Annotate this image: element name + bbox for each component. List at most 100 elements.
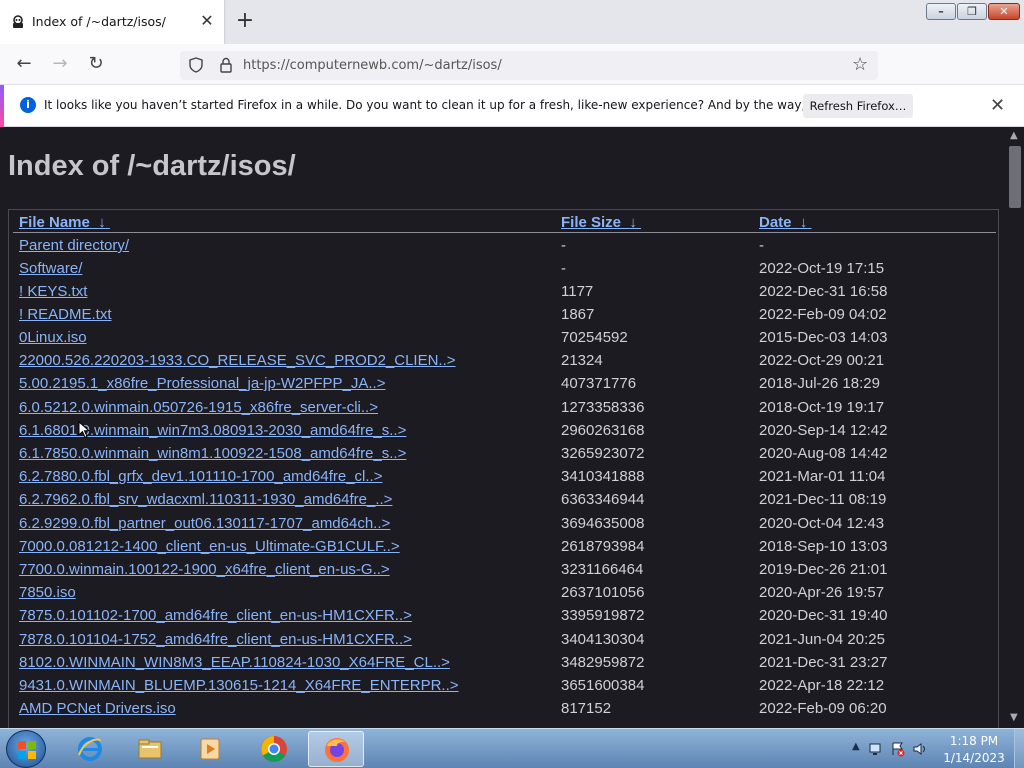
- minimize-icon: –: [938, 5, 944, 18]
- new-tab-icon[interactable]: +: [233, 10, 257, 34]
- show-hidden-icons-icon[interactable]: ▲: [852, 741, 860, 752]
- taskbar-app[interactable]: [182, 731, 238, 767]
- file-link[interactable]: 7700.0.winmain.100122-1900_x64fre_client…: [19, 561, 390, 578]
- file-size: 3694635008: [561, 515, 645, 532]
- file-size: 3265923072: [561, 445, 645, 462]
- firefox-icon: [325, 738, 349, 762]
- file-size: 1867: [561, 306, 595, 323]
- tab-active[interactable]: Index of /~dartz/isos/ ✕: [0, 0, 224, 44]
- notification-message: It looks like you haven’t started Firefo…: [44, 98, 900, 112]
- header-date-label[interactable]: Date: [759, 214, 792, 231]
- file-link[interactable]: 9431.0.WINMAIN_BLUEMP.130615-1214_X64FRE…: [19, 677, 459, 694]
- file-link[interactable]: 7850.iso: [19, 584, 76, 601]
- site-favicon-icon: [13, 15, 23, 28]
- minimize-button[interactable]: –: [926, 3, 956, 20]
- taskbar-app-active[interactable]: [308, 731, 364, 767]
- action-center-icon[interactable]: [890, 741, 906, 757]
- file-date: 2019-Dec-26 21:01: [759, 561, 888, 578]
- sort-arrow-icon[interactable]: ↓: [629, 214, 637, 231]
- address-bar[interactable]: https://computernewb.com/~dartz/isos/ ☆: [180, 51, 878, 80]
- table-row: ! KEYS.txt 1177 2022-Dec-31 16:58: [9, 281, 1000, 304]
- file-link[interactable]: 6.0.5212.0.winmain.050726-1915_x86fre_se…: [19, 399, 378, 416]
- header-file-size-label[interactable]: File Size: [561, 214, 621, 231]
- header-date[interactable]: Date ↓: [759, 214, 812, 231]
- network-icon[interactable]: [868, 741, 884, 757]
- taskbar: ▲ 1:18 PM 1/14/2023: [0, 728, 1024, 768]
- file-size: 6363346944: [561, 491, 645, 508]
- file-link[interactable]: 7875.0.101102-1700_amd64fre_client_en-us…: [19, 607, 412, 624]
- scroll-up-icon[interactable]: ▲: [1010, 130, 1018, 141]
- file-size: 3410341888: [561, 468, 645, 485]
- file-size: 2637101056: [561, 584, 645, 601]
- taskbar-app[interactable]: [246, 731, 302, 767]
- taskbar-app[interactable]: [122, 731, 178, 767]
- file-link[interactable]: 7878.0.101104-1752_amd64fre_client_en-us…: [19, 631, 412, 648]
- file-link[interactable]: 5.00.2195.1_x86fre_Professional_ja-jp-W2…: [19, 375, 385, 392]
- vertical-scrollbar[interactable]: ▲ ▼: [1006, 128, 1024, 728]
- table-row: 7850.iso 2637101056 2020-Apr-26 19:57: [9, 582, 1000, 605]
- file-size: 70254592: [561, 329, 628, 346]
- file-link[interactable]: Software/: [19, 260, 82, 277]
- tab-close-icon[interactable]: ✕: [198, 12, 216, 30]
- sort-arrow-icon[interactable]: ↓: [98, 214, 106, 231]
- lock-icon[interactable]: [218, 56, 234, 74]
- file-date: 2020-Oct-04 12:43: [759, 515, 885, 532]
- clock-time[interactable]: 1:18 PM: [946, 734, 1002, 748]
- notification-bar: i It looks like you haven’t started Fire…: [0, 85, 1024, 127]
- file-link[interactable]: 22000.526.220203-1933.CO_RELEASE_SVC_PRO…: [19, 352, 456, 369]
- close-notification-icon[interactable]: ✕: [990, 95, 1005, 116]
- forward-arrow-icon[interactable]: →: [48, 53, 72, 77]
- file-link[interactable]: 8102.0.WINMAIN_WIN8M3_EEAP.110824-1030_X…: [19, 654, 450, 671]
- file-size: 3482959872: [561, 654, 645, 671]
- navigation-toolbar: ← → ↻ https://computernewb.com/~dartz/is…: [0, 44, 1024, 114]
- file-date: 2018-Sep-10 13:03: [759, 538, 888, 555]
- close-icon: ✕: [999, 5, 1009, 18]
- clock-date[interactable]: 1/14/2023: [943, 751, 1005, 765]
- file-size: 3404130304: [561, 631, 645, 648]
- table-row: AMD PCNet Drivers.iso 817152 2022-Feb-09 0…: [9, 698, 1000, 721]
- header-file-name-label[interactable]: File Name: [19, 214, 90, 231]
- file-link[interactable]: 6.1.7850.0.winmain_win8m1.100922-1508_am…: [19, 445, 406, 462]
- table-row: 6.1.6801.0.winmain_win7m3.080913-2030_am…: [9, 420, 1000, 443]
- back-arrow-icon[interactable]: ←: [12, 53, 36, 77]
- file-link[interactable]: 6.2.7962.0.fbl_srv_wdacxml.110311-1930_a…: [19, 491, 392, 508]
- file-size: 3231166464: [561, 561, 644, 578]
- file-link[interactable]: 0Linux.iso: [19, 329, 87, 346]
- file-date: 2018-Jul-26 18:29: [759, 375, 880, 392]
- file-link[interactable]: 6.2.9299.0.fbl_partner_out06.130117-1707…: [19, 515, 390, 532]
- file-link[interactable]: 6.2.7880.0.fbl_grfx_dev1.101110-1700_amd…: [19, 468, 382, 485]
- refresh-firefox-button[interactable]: Refresh Firefox…: [803, 94, 913, 118]
- tracking-shield-icon[interactable]: [188, 57, 204, 73]
- show-desktop-button[interactable]: [1014, 729, 1024, 768]
- header-file-name[interactable]: File Name ↓: [19, 214, 110, 231]
- table-row: 7878.0.101104-1752_amd64fre_client_en-us…: [9, 629, 1000, 652]
- scroll-down-icon[interactable]: ▼: [1010, 712, 1018, 723]
- file-explorer-icon: [138, 739, 162, 759]
- table-row: Software/ - 2022-Oct-19 17:15: [9, 258, 1000, 281]
- file-size: 2618793984: [561, 538, 645, 555]
- scrollbar-thumb[interactable]: [1009, 146, 1021, 208]
- file-link[interactable]: 7000.0.081212-1400_client_en-us_Ultimate…: [19, 538, 400, 555]
- file-size: 1177: [561, 283, 594, 300]
- start-button[interactable]: [6, 730, 46, 768]
- file-link[interactable]: AMD PCNet Drivers.iso: [19, 700, 176, 717]
- url-text[interactable]: https://computernewb.com/~dartz/isos/: [243, 58, 502, 73]
- taskbar-app[interactable]: [62, 731, 118, 767]
- file-link[interactable]: Parent directory/: [19, 237, 129, 254]
- file-date: 2018-Oct-19 19:17: [759, 399, 885, 416]
- reload-icon[interactable]: ↻: [84, 53, 108, 77]
- file-link[interactable]: ! README.txt: [19, 306, 112, 323]
- close-window-button[interactable]: ✕: [988, 3, 1020, 20]
- file-link[interactable]: ! KEYS.txt: [19, 283, 87, 300]
- table-row: 7875.0.101102-1700_amd64fre_client_en-us…: [9, 605, 1000, 628]
- table-row: 6.1.7850.0.winmain_win8m1.100922-1508_am…: [9, 443, 1000, 466]
- page-content: Index of /~dartz/isos/ File Name ↓ File …: [0, 128, 1006, 728]
- table-row: 7700.0.winmain.100122-1900_x64fre_client…: [9, 559, 1000, 582]
- maximize-button[interactable]: ❐: [957, 3, 987, 20]
- sort-arrow-icon[interactable]: ↓: [800, 214, 808, 231]
- volume-icon[interactable]: [912, 741, 928, 757]
- file-date: 2021-Dec-31 23:27: [759, 654, 888, 671]
- bookmark-star-icon[interactable]: ☆: [852, 54, 868, 75]
- file-size: 2960263168: [561, 422, 645, 439]
- header-file-size[interactable]: File Size ↓: [561, 214, 641, 231]
